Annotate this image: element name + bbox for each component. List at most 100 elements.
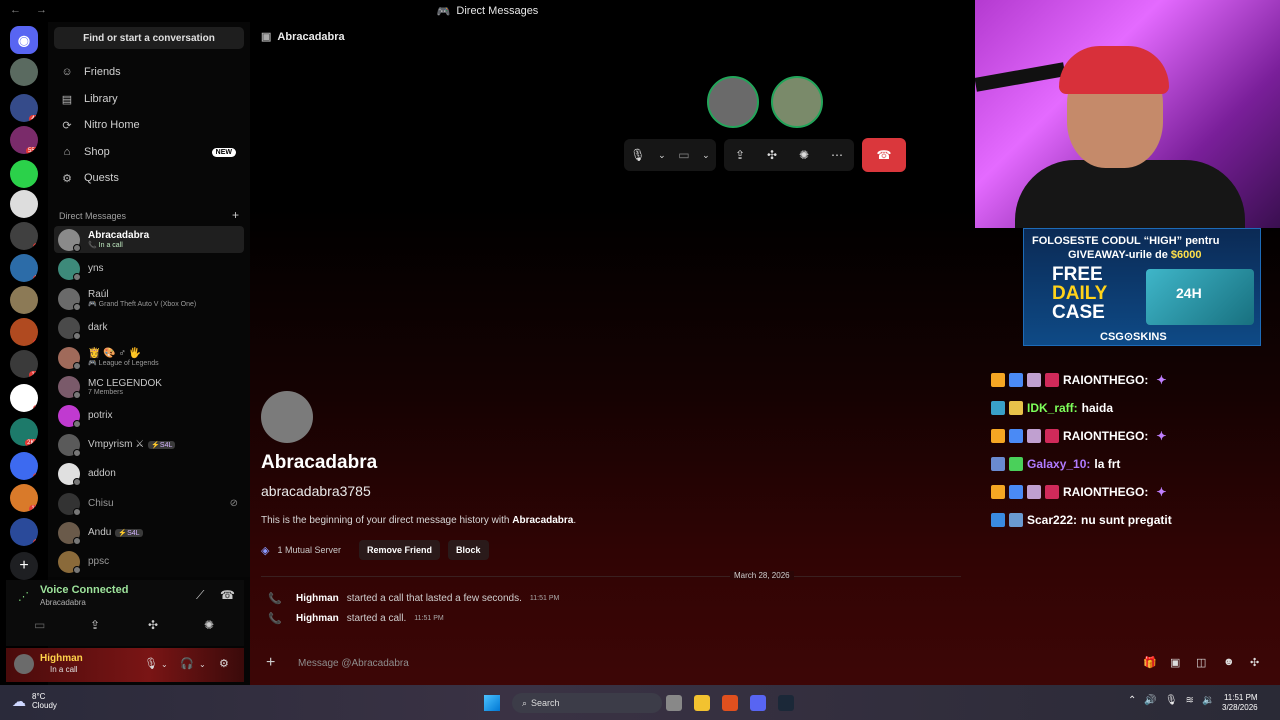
chevron-down-icon[interactable]: ⌄	[161, 660, 168, 669]
speaker-icon[interactable]: 🔊	[1144, 695, 1164, 706]
message-composer[interactable]: + Message @Abracadabra 🎁 ▣ ◫ ☻ ✣	[256, 648, 1280, 678]
server-icon[interactable]: 1	[10, 222, 38, 250]
server-icon[interactable]: 4	[10, 318, 38, 346]
dm-item-dark[interactable]: dark	[54, 314, 244, 341]
emoji-icon[interactable]: ☻	[1223, 656, 1235, 668]
settings-gear-icon[interactable]: ⚙	[219, 657, 229, 670]
apps-icon[interactable]: ✣	[1250, 656, 1259, 669]
taskbar-search[interactable]: ⌕ Search	[512, 693, 662, 713]
voice-status[interactable]: Voice Connected	[40, 584, 128, 596]
server-icon[interactable]: 10	[10, 350, 38, 378]
server-icon[interactable]: 2	[10, 384, 38, 412]
chevron-down-icon[interactable]: ⌄	[702, 150, 710, 161]
back-forward-nav[interactable]: ← →	[10, 4, 53, 16]
dm-item-ppsc[interactable]: ppsc	[54, 548, 244, 575]
hang-up-button[interactable]: ☎	[862, 138, 906, 172]
dm-item-yns[interactable]: yns	[54, 255, 244, 282]
promo-text: GIVEAWAY-urile de	[1068, 249, 1171, 261]
noise-suppression-icon[interactable]: ⟋	[196, 588, 204, 603]
server-icon[interactable]	[10, 190, 38, 218]
microphone-icon[interactable]: 🎙	[630, 148, 645, 162]
server-icon[interactable]	[10, 160, 38, 188]
nav-friends[interactable]: ☺ Friends	[54, 60, 244, 84]
voice-channel[interactable]: Abracadabra	[40, 598, 86, 607]
dm-item-abracadabra[interactable]: Abracadabra 📞 In a call	[54, 226, 244, 253]
nav-shop[interactable]: ⌂ Shop NEW	[54, 140, 244, 164]
server-icon[interactable]: 42	[10, 94, 38, 122]
gif-icon[interactable]: ▣	[1170, 656, 1180, 669]
discord-app-icon[interactable]	[750, 695, 766, 711]
chat-line: RAIONTHEGO: ✦	[991, 429, 1166, 443]
disconnect-icon[interactable]: ☎	[220, 588, 235, 602]
soundboard-icon[interactable]: ✺	[204, 618, 214, 632]
steam-icon[interactable]	[778, 695, 794, 711]
camera-off-icon[interactable]: ▭	[34, 618, 45, 632]
server-icon[interactable]: 10	[10, 484, 38, 512]
server-icon[interactable]: 3	[10, 518, 38, 546]
more-options-icon[interactable]: ⋯	[831, 148, 843, 162]
share-screen-icon[interactable]: ⇪	[735, 148, 745, 162]
user-name: Highman	[40, 653, 83, 664]
activities-icon[interactable]: ✣	[767, 148, 777, 162]
dm-item-chisu[interactable]: Chisu ⊘	[54, 490, 244, 517]
server-icon[interactable]	[10, 286, 38, 314]
sticker-icon[interactable]: ◫	[1196, 656, 1206, 669]
soundboard-icon[interactable]: ✺	[799, 148, 809, 162]
dm-item-addon[interactable]: addon	[54, 460, 244, 487]
share-screen-icon[interactable]: ⇪	[90, 618, 100, 632]
add-server-icon[interactable]: +	[10, 552, 38, 580]
dm-item-vmpyrism[interactable]: Vmpyrism ⚔ ⚡S4L	[54, 431, 244, 458]
gift-badge-icon	[1027, 373, 1041, 387]
upload-plus-icon[interactable]: +	[266, 654, 292, 672]
mutual-servers[interactable]: 1 Mutual Server	[277, 545, 341, 555]
hammer-badge-icon	[991, 513, 1005, 527]
discord-home-icon[interactable]: ◉	[10, 26, 38, 54]
microphone-icon[interactable]: 🎙	[144, 657, 158, 670]
block-button[interactable]: Block	[448, 540, 489, 560]
nav-nitro-home[interactable]: ⟳ Nitro Home	[54, 113, 244, 137]
windows-start-icon[interactable]	[484, 695, 500, 711]
server-icon[interactable]: 2	[10, 452, 38, 480]
system-tray[interactable]: ⌃🔊🎙≋🔉	[1128, 695, 1222, 706]
server-icon[interactable]	[10, 58, 38, 86]
create-dm-button[interactable]: +	[232, 208, 239, 222]
nav-library[interactable]: ▤ Library	[54, 87, 244, 111]
activities-icon[interactable]: ✣	[148, 618, 158, 632]
headphones-icon[interactable]: 🎧	[180, 657, 194, 670]
microphone-icon[interactable]: 🎙	[1165, 695, 1186, 706]
tier-badge-icon	[1045, 429, 1059, 443]
brave-browser-icon[interactable]	[722, 695, 738, 711]
weather-widget[interactable]: ☁ 8°C Cloudy	[12, 692, 57, 710]
message-author[interactable]: Highman	[296, 613, 339, 624]
dm-item-potrix[interactable]: potrix	[54, 402, 244, 429]
chevron-down-icon[interactable]: ⌄	[199, 660, 206, 669]
file-explorer-icon[interactable]	[694, 695, 710, 711]
chevron-down-icon[interactable]: ⌄	[658, 150, 666, 161]
dm-item-andu[interactable]: Andu ⚡S4L	[54, 519, 244, 546]
gift-icon[interactable]: 🎁	[1143, 656, 1157, 669]
dm-name: Raúl	[88, 289, 109, 300]
remove-friend-button[interactable]: Remove Friend	[359, 540, 441, 560]
dm-item-raul[interactable]: Raúl 🎮 Grand Theft Auto V (Xbox One)	[54, 285, 244, 312]
message-input[interactable]: Message @Abracadabra	[298, 658, 409, 669]
task-view-icon[interactable]	[666, 695, 682, 711]
nav-quests[interactable]: ⚙ Quests	[54, 166, 244, 190]
server-icon[interactable]: 5	[10, 254, 38, 282]
avatar[interactable]	[14, 654, 34, 674]
chevron-up-icon[interactable]: ⌃	[1128, 695, 1144, 706]
dm-item-mc-legendok[interactable]: MC LEGENDOK 7 Members	[54, 373, 244, 400]
message-author[interactable]: Highman	[296, 593, 339, 604]
dm-item-emoji-user[interactable]: 👸 🎨 ♂ 🖐 🎮 League of Legends	[54, 344, 244, 371]
server-icon[interactable]: 554	[10, 126, 38, 154]
find-conversation-button[interactable]: Find or start a conversation	[54, 27, 244, 49]
call-participant-avatar[interactable]	[707, 76, 759, 128]
taskbar-clock[interactable]: 11:51 PM 3/28/2026	[1222, 693, 1258, 713]
server-icon[interactable]: 2K+	[10, 418, 38, 446]
profile-avatar[interactable]	[261, 391, 313, 443]
volume-icon[interactable]: 🔉	[1202, 695, 1222, 706]
promo-brand: CSG⊙SKINS	[1100, 331, 1167, 343]
call-participant-avatar[interactable]	[771, 76, 823, 128]
signal-icon[interactable]: ⋰	[18, 590, 29, 603]
wifi-icon[interactable]: ≋	[1186, 695, 1202, 706]
camera-off-icon[interactable]: ▭	[678, 148, 689, 162]
